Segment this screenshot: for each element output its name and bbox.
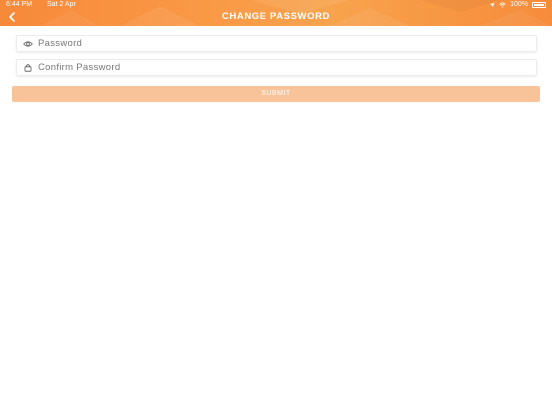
status-bar: 6:44 PM Sat 2 Apr 100%: [0, 0, 552, 9]
eye-icon[interactable]: [23, 39, 33, 49]
page-title: CHANGE PASSWORD: [221, 11, 331, 22]
password-field[interactable]: [16, 35, 537, 52]
confirm-password-field[interactable]: [16, 59, 537, 76]
status-date: Sat 2 Apr: [47, 1, 76, 8]
submit-button[interactable]: SUBMIT: [12, 86, 540, 102]
wifi-icon: [499, 2, 506, 8]
battery-icon: [532, 1, 546, 8]
battery-percent: 100%: [510, 1, 528, 8]
status-time: 6:44 PM: [6, 1, 33, 8]
password-input[interactable]: [38, 38, 518, 49]
location-icon: [489, 2, 495, 7]
status-indicators: 100%: [489, 0, 546, 9]
confirm-password-input[interactable]: [38, 62, 518, 73]
lock-icon: [23, 63, 33, 73]
header-bar: 6:44 PM Sat 2 Apr 100% CHANGE PASSWORD: [0, 0, 552, 26]
